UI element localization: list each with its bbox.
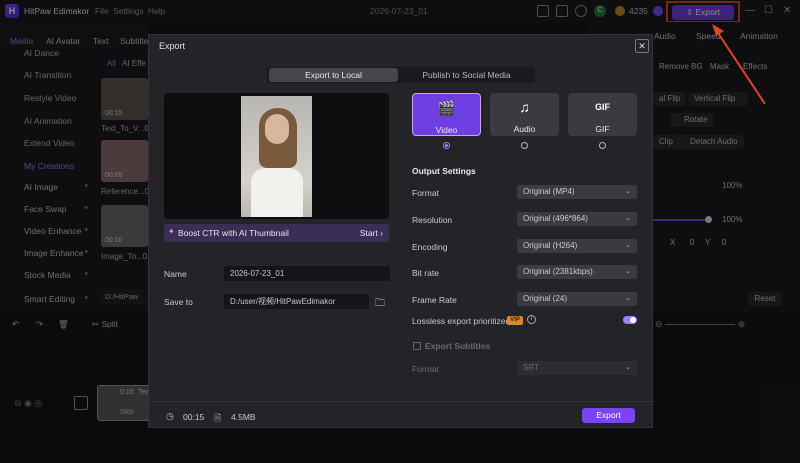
save-to-label: Save to <box>164 297 193 307</box>
format-audio-label: Audio <box>513 124 536 134</box>
music-note-icon: ♫ <box>519 99 530 115</box>
tab-export-to-local[interactable]: Export to Local <box>269 68 398 82</box>
frame-rate-label: Frame Rate <box>412 295 457 305</box>
format-video-card[interactable]: 🎬 Video <box>412 93 481 136</box>
preview-frame <box>241 96 312 217</box>
boost-label: Boost CTR with AI Thumbnail <box>178 228 289 238</box>
export-button[interactable]: Export <box>582 408 635 423</box>
chevron-down-icon: ⌄ <box>625 364 631 371</box>
boost-ctr-banner[interactable]: ✦ Boost CTR with AI Thumbnail Start › <box>164 224 389 242</box>
lossless-toggle[interactable] <box>623 316 637 324</box>
dialog-footer: ◷ 00:15 🗎 4.5MB Export <box>149 401 654 429</box>
format-value: Original (MP4) <box>523 187 575 196</box>
format-label: Format <box>412 188 439 198</box>
chevron-down-icon: ⌄ <box>625 295 631 302</box>
subtitle-format-label: Format <box>412 364 439 374</box>
bitrate-select[interactable]: Original (2381kbps) ⌄ <box>517 265 637 279</box>
encoding-select[interactable]: Original (H264) ⌄ <box>517 239 637 253</box>
lossless-label: Lossless export prioritized <box>412 316 511 326</box>
export-dialog: Export ✕ Export to Local Publish to Soci… <box>148 34 654 429</box>
format-audio-card[interactable]: ♫ Audio <box>490 93 559 136</box>
folder-icon[interactable]: 🗀 <box>375 296 385 313</box>
encoding-value: Original (H264) <box>523 241 578 250</box>
resolution-select[interactable]: Original (496*864) ⌄ <box>517 212 637 226</box>
export-subtitles-checkbox[interactable] <box>413 342 421 350</box>
sparkle-icon: ✦ <box>168 227 175 236</box>
save-path-input[interactable]: D:/user/视频/HitPawEdimakor <box>224 294 369 309</box>
export-duration: 00:15 <box>183 412 205 422</box>
format-gif-card[interactable]: GIF GIF <box>568 93 637 136</box>
subtitle-format-select[interactable]: SRT ⌄ <box>517 361 637 375</box>
close-icon[interactable]: ✕ <box>635 39 649 53</box>
frame-rate-value: Original (24) <box>523 294 568 303</box>
export-mode-switch: Export to Local Publish to Social Media <box>267 67 535 83</box>
format-gif-label: GIF <box>595 124 610 134</box>
bitrate-label: Bit rate <box>412 268 439 278</box>
preview-person-face <box>265 114 289 144</box>
export-size: 4.5MB <box>231 412 256 422</box>
vip-badge: VIP <box>507 316 523 325</box>
frame-rate-select[interactable]: Original (24) ⌄ <box>517 292 637 306</box>
chevron-down-icon: ⌄ <box>625 242 631 249</box>
output-settings-title: Output Settings <box>412 166 476 176</box>
clock-icon: ◷ <box>166 411 174 421</box>
dialog-title: Export <box>159 41 186 51</box>
format-video-radio[interactable] <box>443 142 450 149</box>
name-label: Name <box>164 269 187 279</box>
chevron-down-icon: ⌄ <box>625 215 631 222</box>
format-video-label: Video <box>435 125 458 135</box>
format-audio-radio[interactable] <box>521 142 528 149</box>
bitrate-value: Original (2381kbps) <box>523 267 593 276</box>
video-preview <box>164 93 389 219</box>
resolution-label: Resolution <box>412 215 453 225</box>
gif-icon: GIF <box>595 102 610 112</box>
subtitle-format-value: SRT <box>523 363 539 372</box>
info-icon[interactable]: i <box>527 315 536 324</box>
clapperboard-icon: 🎬 <box>437 100 456 116</box>
boost-start-label: Start <box>359 228 378 238</box>
boost-start-button[interactable]: Start › <box>360 228 383 238</box>
tab-publish-to-social[interactable]: Publish to Social Media <box>400 68 533 82</box>
encoding-label: Encoding <box>412 242 448 252</box>
format-gif-radio[interactable] <box>599 142 606 149</box>
storage-icon: 🗎 <box>214 413 222 423</box>
chevron-down-icon: ⌄ <box>625 268 631 275</box>
format-select[interactable]: Original (MP4) ⌄ <box>517 185 637 199</box>
export-subtitles-label: Export Subtitles <box>425 341 491 351</box>
name-input[interactable]: 2026-07-23_01 <box>224 266 390 281</box>
chevron-down-icon: ⌄ <box>625 188 631 195</box>
resolution-value: Original (496*864) <box>523 214 588 223</box>
preview-person-shirt <box>251 168 303 217</box>
